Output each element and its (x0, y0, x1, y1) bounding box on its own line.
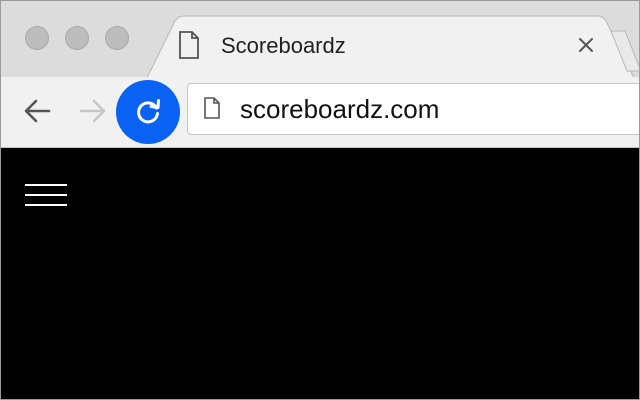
reload-icon (137, 99, 160, 124)
page-icon (204, 97, 220, 119)
hamburger-menu-icon[interactable] (25, 182, 67, 208)
hamburger-line (25, 184, 67, 186)
page-icon (179, 31, 199, 59)
hamburger-line (25, 204, 67, 206)
arrow-right-icon[interactable] (73, 91, 113, 131)
close-icon[interactable] (575, 34, 597, 56)
tab-title: Scoreboardz (221, 33, 346, 58)
address-bar[interactable]: scoreboardz.com (187, 83, 639, 135)
browser-window: Scoreboardz scoreboardz.com (0, 0, 640, 400)
browser-toolbar: scoreboardz.com (1, 77, 639, 148)
hamburger-line (25, 194, 67, 196)
tab-strip: Scoreboardz (1, 1, 639, 77)
url-text[interactable]: scoreboardz.com (240, 94, 439, 124)
reload-button[interactable] (116, 80, 180, 144)
page-content (1, 148, 639, 399)
arrow-left-icon[interactable] (17, 91, 57, 131)
